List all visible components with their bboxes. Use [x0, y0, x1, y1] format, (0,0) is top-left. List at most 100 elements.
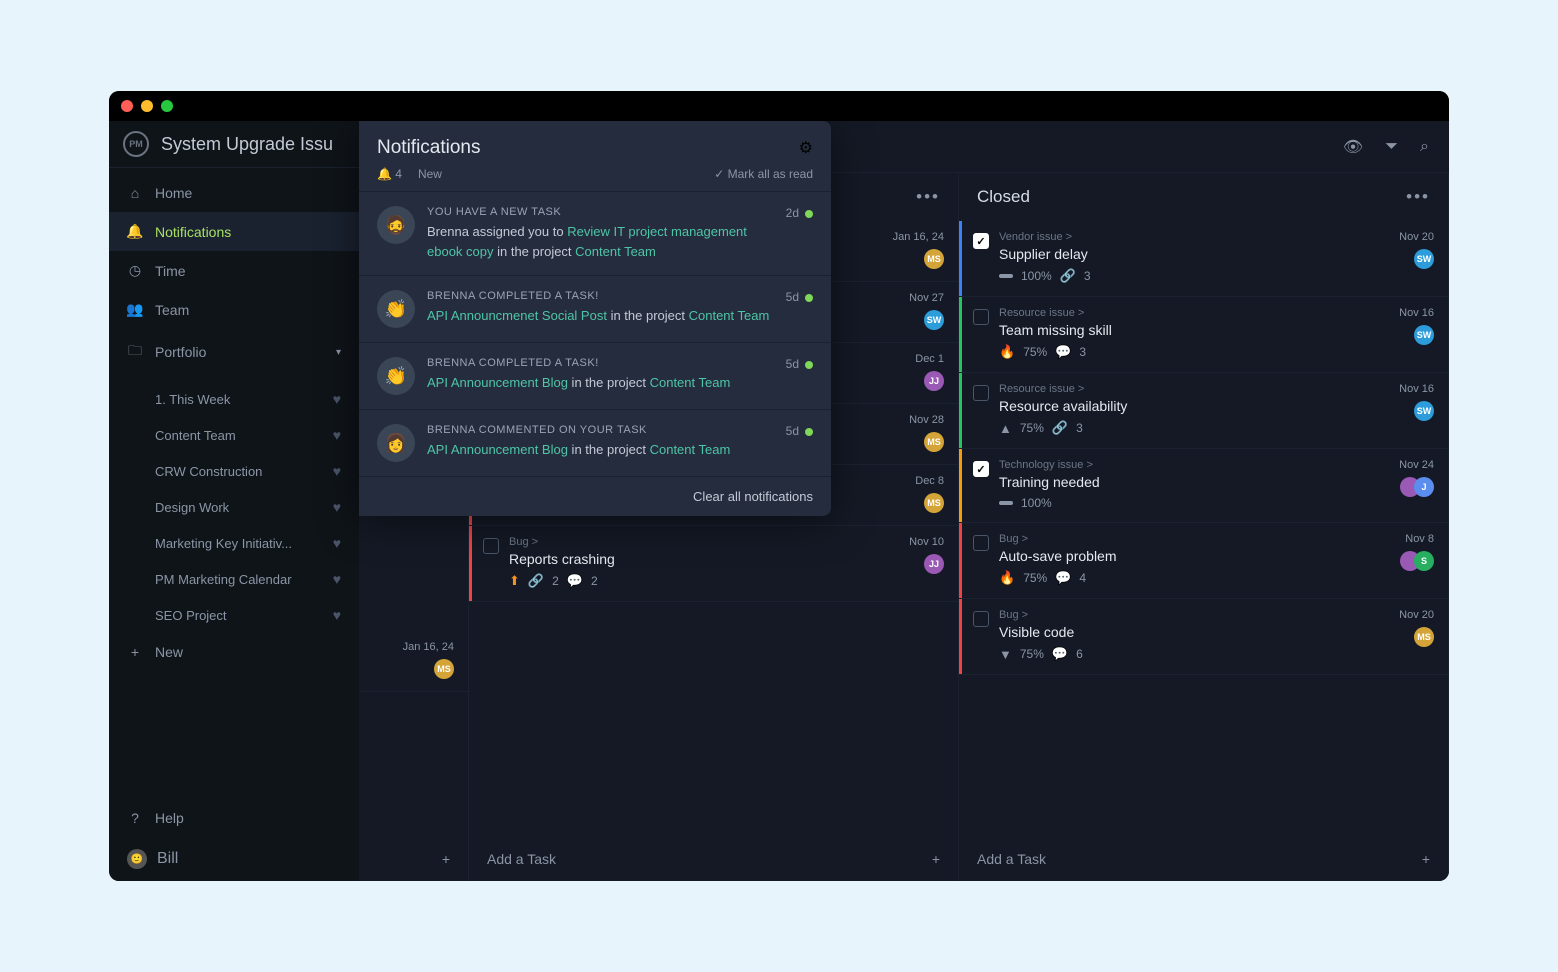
task-title: Supplier delay [999, 246, 1389, 262]
portfolio-item[interactable]: PM Marketing Calendar♥ [121, 561, 359, 597]
task-checkbox[interactable]: ✓ [973, 233, 989, 249]
task-card[interactable]: ✓ Technology issue > Training needed 100… [959, 449, 1448, 523]
sidebar-item-time[interactable]: ◷Time [109, 251, 359, 290]
column-menu-icon[interactable]: ••• [1406, 187, 1430, 207]
priority-stripe [959, 297, 962, 372]
task-card[interactable]: Resource issue > Team missing skill 🔥 75… [959, 297, 1448, 373]
portfolio-item-label: 1. This Week [155, 392, 230, 407]
task-category: Technology issue > [999, 459, 1389, 471]
task-card[interactable]: Bug > Reports crashing ⬆ 🔗2 💬2 Nov 10 JJ [469, 526, 958, 602]
task-checkbox[interactable] [483, 538, 499, 554]
notif-new-tab[interactable]: New [418, 167, 442, 181]
portfolio-icon: 🗀 [127, 340, 143, 364]
sidebar-item-team[interactable]: 👥Team [109, 290, 359, 329]
notification-avatar: 👏 [377, 357, 415, 395]
task-checkbox[interactable] [973, 611, 989, 627]
link-icon: 🔗 [1060, 268, 1076, 284]
task-checkbox[interactable] [973, 535, 989, 551]
avatar: MS [1414, 627, 1434, 647]
column-menu-icon[interactable]: ••• [916, 187, 940, 207]
sidebar: PM System Upgrade Issu ⌂Home🔔Notificatio… [109, 121, 359, 881]
add-task-label: Add a Task [977, 851, 1046, 867]
bell-icon: 🔔 4 [377, 167, 402, 181]
search-icon[interactable]: ⌕ [1420, 138, 1429, 156]
eye-icon[interactable]: 👁 [1343, 137, 1363, 157]
portfolio-item[interactable]: CRW Construction♥ [121, 453, 359, 489]
task-card[interactable]: Resource issue > Resource availability ▲… [959, 373, 1448, 449]
sidebar-item-notifications[interactable]: 🔔 Notifications [109, 212, 359, 251]
portfolio-item[interactable]: SEO Project ♥ [121, 597, 359, 633]
task-meta: 100% 🔗3 [999, 268, 1389, 284]
notification-item[interactable]: 👏 BRENNA COMPLETED A TASK! API Announcem… [359, 342, 831, 409]
fire-icon: 🔥 [999, 344, 1015, 360]
portfolio-item[interactable]: Content Team♥ [121, 417, 359, 453]
avatar: SW [1414, 325, 1434, 345]
task-card[interactable]: ✓ Vendor issue > Supplier delay 100% 🔗3 … [959, 221, 1448, 297]
task-checkbox[interactable]: ✓ [973, 461, 989, 477]
comment-icon: 💬 [1055, 570, 1071, 586]
maximize-window-button[interactable] [161, 100, 173, 112]
task-date: Dec 1 [915, 353, 944, 365]
primary-nav: ⌂ Home 🔔 Notifications ◷Time👥Team🗀Portfolio▾ [109, 168, 359, 381]
plus-icon: + [932, 851, 940, 867]
portfolio-item-label: SEO Project [155, 608, 227, 623]
task-title: Team missing skill [999, 322, 1389, 338]
portfolio-item[interactable]: Design Work♥ [121, 489, 359, 525]
avatar: S [1414, 551, 1434, 571]
new-button[interactable]: + New [109, 633, 359, 671]
heart-icon[interactable]: ♥ [333, 571, 341, 587]
task-checkbox[interactable] [973, 309, 989, 325]
add-task-button[interactable]: + [359, 837, 468, 881]
task-card[interactable]: Bug > Visible code ▼ 75% 💬6 Nov 20 MS [959, 599, 1448, 675]
portfolio-item[interactable]: Marketing Key Initiativ... ♥ [121, 525, 359, 561]
mark-all-read-button[interactable]: ✓ Mark all as read [714, 167, 813, 181]
notification-item[interactable]: 🧔 YOU HAVE A NEW TASK Brenna assigned yo… [359, 191, 831, 275]
help-button[interactable]: ? Help [109, 799, 359, 837]
notification-type: BRENNA COMPLETED A TASK! [427, 290, 774, 302]
heart-icon[interactable]: ♥ [333, 535, 341, 551]
sidebar-item-home[interactable]: ⌂ Home [109, 174, 359, 212]
notification-age: 5d [786, 424, 799, 438]
home-icon: ⌂ [127, 185, 143, 201]
priority-stripe [959, 523, 962, 598]
close-window-button[interactable] [121, 100, 133, 112]
portfolio-item[interactable]: 1. This Week ♥ [121, 381, 359, 417]
task-date: Nov 10 [909, 536, 944, 548]
clear-all-notifications-button[interactable]: Clear all notifications [359, 476, 831, 516]
task-card[interactable]: Bug > Auto-save problem 🔥 75% 💬4 Nov 8 S [959, 523, 1448, 599]
filter-icon[interactable]: ⏷ [1385, 138, 1398, 156]
heart-icon[interactable]: ♥ [333, 427, 341, 443]
fire-icon: 🔥 [999, 570, 1015, 586]
board-column: Closed ••• ✓ Vendor issue > Supplier del… [959, 173, 1449, 881]
gear-icon[interactable]: ⚙ [799, 138, 813, 158]
priority-stripe [959, 599, 962, 674]
task-checkbox[interactable] [973, 385, 989, 401]
heart-icon[interactable]: ♥ [333, 607, 341, 623]
notification-item[interactable]: 👩 BRENNA COMMENTED ON YOUR TASK API Anno… [359, 409, 831, 476]
avatar: JJ [924, 371, 944, 391]
add-task-button[interactable]: Add a Task + [469, 837, 958, 881]
notification-item[interactable]: 👏 BRENNA COMPLETED A TASK! API Announcme… [359, 275, 831, 342]
sidebar-item-portfolio[interactable]: 🗀Portfolio▾ [109, 329, 359, 375]
heart-icon[interactable]: ♥ [333, 499, 341, 515]
avatar: SW [1414, 249, 1434, 269]
notification-age: 5d [786, 357, 799, 371]
notifications-list: 🧔 YOU HAVE A NEW TASK Brenna assigned yo… [359, 191, 831, 476]
minimize-window-button[interactable] [141, 100, 153, 112]
notification-type: BRENNA COMPLETED A TASK! [427, 357, 774, 369]
task-date: Nov 28 [909, 414, 944, 426]
help-label: Help [155, 810, 184, 826]
task-meta: ▼ 75% 💬6 [999, 646, 1389, 662]
notification-avatar: 👩 [377, 424, 415, 462]
add-task-button[interactable]: Add a Task + [959, 837, 1448, 881]
sidebar-item-label: Home [155, 185, 192, 201]
user-menu[interactable]: 🙂 Bill [109, 837, 359, 881]
notifications-title: Notifications [377, 137, 481, 159]
portfolio-item-label: Marketing Key Initiativ... [155, 536, 292, 551]
task-card[interactable]: Jan 16, 24 MS [359, 631, 468, 692]
heart-icon[interactable]: ♥ [333, 391, 341, 407]
sidebar-item-label: Notifications [155, 224, 231, 240]
bell-icon: 🔔 [127, 223, 143, 240]
avatar: MS [924, 432, 944, 452]
heart-icon[interactable]: ♥ [333, 463, 341, 479]
